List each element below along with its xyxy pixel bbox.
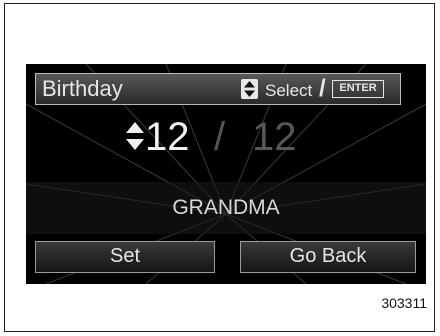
up-down-arrow-icon[interactable]	[125, 121, 145, 151]
go-back-button[interactable]: Go Back	[240, 241, 416, 273]
date-separator: /	[214, 115, 226, 159]
date-selector[interactable]: 12 / 12	[26, 112, 426, 162]
header-bar: Birthday Select / ENTER	[35, 73, 401, 105]
enter-key-icon: ENTER	[332, 80, 384, 98]
figure-code: 303311	[381, 295, 427, 311]
set-button[interactable]: Set	[35, 241, 215, 273]
month-value[interactable]: 12	[145, 112, 190, 162]
select-label: Select	[265, 81, 313, 100]
entry-name: GRANDMA	[172, 196, 280, 219]
slash-separator: /	[319, 75, 326, 102]
display-screen: Birthday Select / ENTER 12 / 12 GRANDMA …	[26, 64, 426, 284]
figure-frame: Birthday Select / ENTER 12 / 12 GRANDMA …	[4, 3, 435, 332]
screen-title: Birthday	[42, 76, 123, 101]
up-down-arrow-icon	[241, 79, 258, 99]
day-value[interactable]: 12	[252, 112, 297, 162]
